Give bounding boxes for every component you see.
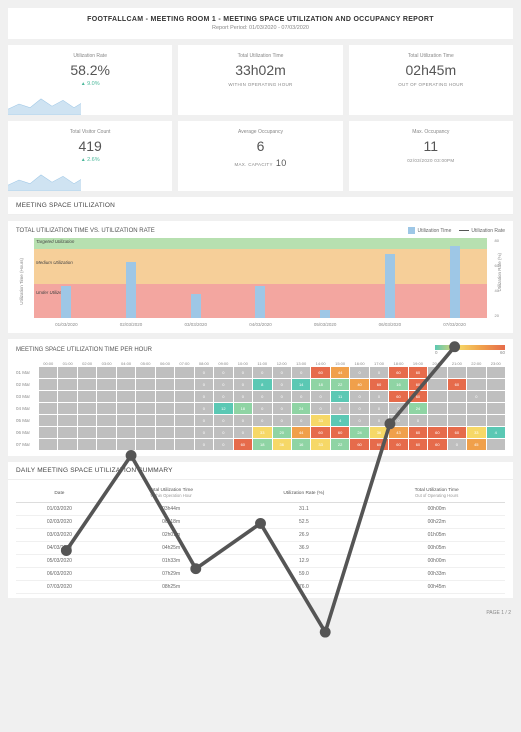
section-title: MEETING SPACE UTILIZATION	[8, 197, 513, 215]
kpi-cards: Utilization Rate58.2%9.0%Total Utilizati…	[8, 45, 513, 191]
report-period: Report Period: 01/03/2020 - 07/03/2020	[16, 25, 505, 31]
kpi-card: Max. Occupancy1102/03/2020 03:00PM	[349, 121, 513, 191]
heat-cell	[487, 379, 505, 390]
combo-chart-title: TOTAL UTILIZATION TIME VS. UTILIZATION R…	[16, 228, 155, 234]
heat-cell	[487, 415, 505, 426]
kpi-card: Average Occupancy6MAX. CAPACITY 10	[178, 121, 342, 191]
heat-cell: 4	[487, 427, 505, 438]
report-header: FOOTFALLCAM - MEETING ROOM 1 - MEETING S…	[8, 8, 513, 39]
heat-cell	[487, 391, 505, 402]
combo-chart-section: TOTAL UTILIZATION TIME VS. UTILIZATION R…	[8, 221, 513, 333]
combo-chart: Targeted Utilization Medium Utilization …	[34, 238, 487, 318]
kpi-card: Total Utilization Time33h02mWITHIN OPERA…	[178, 45, 342, 115]
combo-legend: Utilization Time Utilization Rate	[408, 227, 505, 234]
kpi-card: Utilization Rate58.2%9.0%	[8, 45, 172, 115]
report-title: FOOTFALLCAM - MEETING ROOM 1 - MEETING S…	[16, 16, 505, 23]
kpi-card: Total Visitor Count4192.6%	[8, 121, 172, 191]
heat-cell	[487, 439, 505, 450]
heat-cell	[487, 403, 505, 414]
heat-cell	[487, 367, 505, 378]
section-utilization: MEETING SPACE UTILIZATION	[8, 197, 513, 215]
kpi-card: Total Utilization Time02h45mOUT OF OPERA…	[349, 45, 513, 115]
